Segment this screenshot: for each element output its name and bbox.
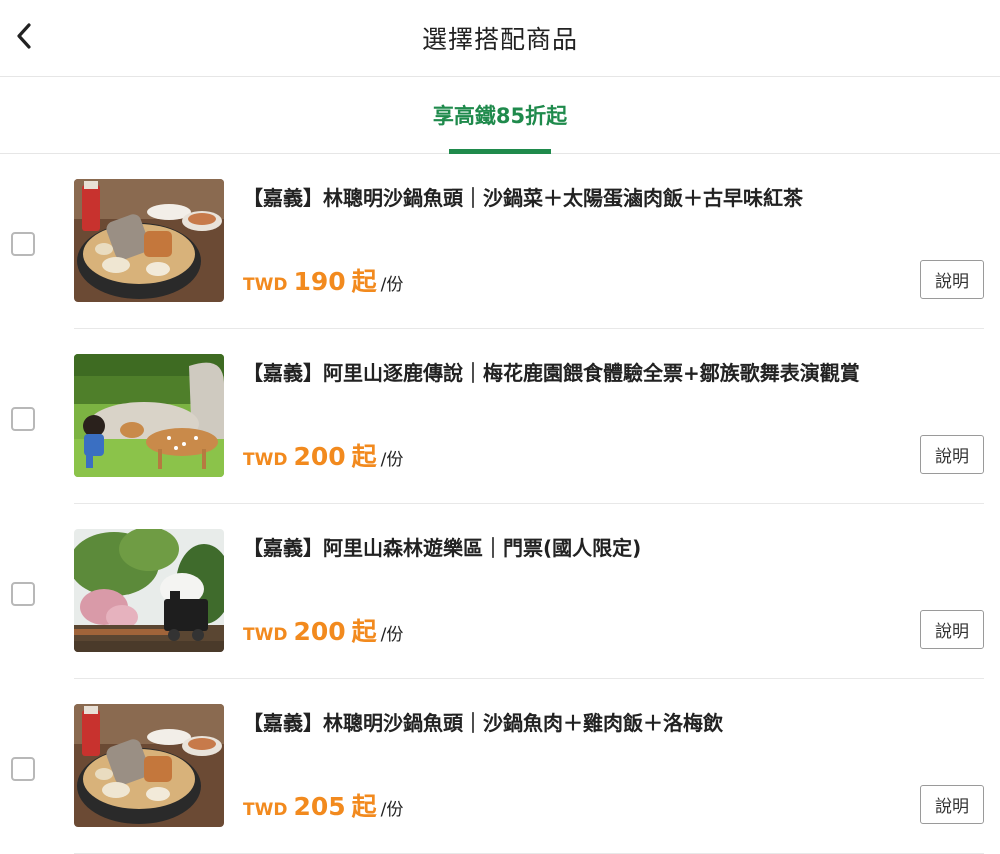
price-from-label: 起 <box>351 617 377 646</box>
product-checkbox[interactable] <box>11 582 35 606</box>
fish-head-hotpot-photo <box>74 704 224 827</box>
product-row: 【嘉義】林聰明沙鍋魚頭｜沙鍋魚肉＋雞肉飯＋洛梅飲 TWD 205 起 /份 說明 <box>0 679 1000 854</box>
tab-hsr-discount[interactable]: 享高鐵85折起 <box>432 77 568 154</box>
price-unit: /份 <box>380 275 404 295</box>
description-button[interactable]: 說明 <box>920 785 984 824</box>
price-currency: TWD <box>243 625 288 645</box>
price-from-label: 起 <box>351 267 377 296</box>
product-checkbox[interactable] <box>11 757 35 781</box>
fish-head-hotpot-photo <box>74 179 224 302</box>
tab-bar: 享高鐵85折起 <box>0 77 1000 154</box>
price-unit: /份 <box>380 450 404 470</box>
price-amount: 200 <box>293 617 346 646</box>
product-row: 【嘉義】阿里山森林遊樂區｜門票(國人限定) TWD 200 起 /份 說明 <box>0 504 1000 679</box>
price-unit: /份 <box>380 625 404 645</box>
product-price: TWD 200 起 /份 <box>243 437 403 473</box>
tab-label: 享高鐵85折起 <box>432 104 568 128</box>
product-image-fish-head-hotpot[interactable] <box>74 704 224 827</box>
product-row: 【嘉義】林聰明沙鍋魚頭｜沙鍋菜＋太陽蛋滷肉飯＋古早味紅茶 TWD 190 起 /… <box>0 154 1000 329</box>
product-list: 【嘉義】林聰明沙鍋魚頭｜沙鍋菜＋太陽蛋滷肉飯＋古早味紅茶 TWD 190 起 /… <box>0 154 1000 854</box>
product-name[interactable]: 【嘉義】阿里山森林遊樂區｜門票(國人限定) <box>243 532 641 561</box>
product-name[interactable]: 【嘉義】林聰明沙鍋魚頭｜沙鍋魚肉＋雞肉飯＋洛梅飲 <box>243 707 723 736</box>
product-price: TWD 200 起 /份 <box>243 612 403 648</box>
product-price: TWD 205 起 /份 <box>243 787 403 823</box>
child-and-deer-photo <box>74 354 224 477</box>
description-button[interactable]: 說明 <box>920 610 984 649</box>
chevron-left-icon <box>17 23 31 49</box>
product-image-alishan-forest[interactable] <box>74 529 224 652</box>
product-checkbox[interactable] <box>11 407 35 431</box>
page-title: 選擇搭配商品 <box>421 25 578 54</box>
top-bar: 選擇搭配商品 <box>0 0 1000 77</box>
back-button[interactable] <box>10 18 38 54</box>
price-from-label: 起 <box>351 442 377 471</box>
price-currency: TWD <box>243 275 288 295</box>
product-price: TWD 190 起 /份 <box>243 262 403 298</box>
product-image-deer-park[interactable] <box>74 354 224 477</box>
price-currency: TWD <box>243 800 288 820</box>
product-image-fish-head-hotpot[interactable] <box>74 179 224 302</box>
description-button[interactable]: 說明 <box>920 260 984 299</box>
product-name[interactable]: 【嘉義】阿里山逐鹿傳說｜梅花鹿園餵食體驗全票+鄒族歌舞表演觀賞 <box>243 357 860 386</box>
price-amount: 205 <box>293 792 346 821</box>
price-amount: 200 <box>293 442 346 471</box>
forest-train-photo <box>74 529 224 652</box>
product-name[interactable]: 【嘉義】林聰明沙鍋魚頭｜沙鍋菜＋太陽蛋滷肉飯＋古早味紅茶 <box>243 182 803 211</box>
description-button[interactable]: 說明 <box>920 435 984 474</box>
product-checkbox[interactable] <box>11 232 35 256</box>
price-from-label: 起 <box>351 792 377 821</box>
price-unit: /份 <box>380 800 404 820</box>
product-row: 【嘉義】阿里山逐鹿傳說｜梅花鹿園餵食體驗全票+鄒族歌舞表演觀賞 TWD 200 … <box>0 329 1000 504</box>
price-amount: 190 <box>293 267 346 296</box>
price-currency: TWD <box>243 450 288 470</box>
